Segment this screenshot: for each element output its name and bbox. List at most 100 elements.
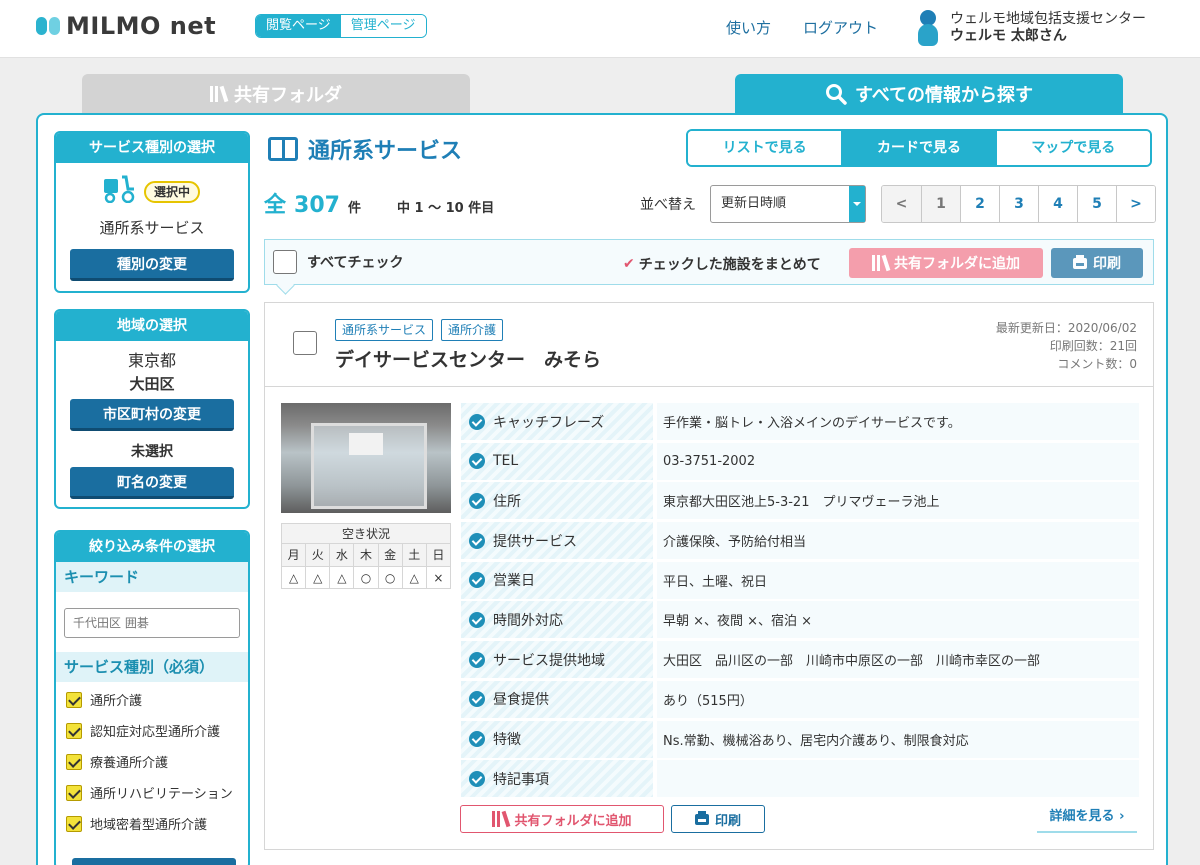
mode-admin-tab[interactable]: 管理ページ (340, 15, 426, 37)
info-label: 昼食提供 (493, 692, 549, 709)
top-header: MILMO net 閲覧ページ 管理ページ 使い方 ログアウト ウェルモ地域包括… (0, 0, 1200, 58)
facility-name[interactable]: デイサービスセンター みそら (335, 345, 601, 372)
change-city-button[interactable]: 市区町村の変更 (70, 399, 234, 431)
info-value (657, 760, 1139, 798)
service-checkbox-row[interactable]: 療養通所介護 (56, 746, 248, 777)
info-row: サービス提供地域 大田区 品川区の一部 川崎市中原区の一部 川崎市幸区の一部 (461, 641, 1139, 679)
bulk-add-shared-button[interactable]: 共有フォルダに追加 (849, 248, 1043, 278)
change-town-button[interactable]: 町名の変更 (70, 467, 234, 499)
region-box: 地域の選択 東京都 大田区 市区町村の変更 未選択 町名の変更 (54, 309, 250, 509)
check-circle-icon (469, 453, 485, 470)
availability-value: ○ (377, 567, 402, 588)
card-header: 通所系サービス 通所介護 デイサービスセンター みそら 最新更新日：2020/0… (265, 303, 1153, 387)
print-button[interactable]: 印刷 (671, 805, 765, 833)
checkbox-checked[interactable] (66, 691, 82, 708)
sort-select-value: 更新日時順 (721, 196, 787, 211)
info-label: 時間外対応 (493, 612, 563, 629)
bulk-action-bar: すべてチェック ✔ チェックした施設をまとめて 共有フォルダに追加 印刷 (264, 239, 1154, 285)
last-updated: 最新更新日：2020/06/02 (995, 321, 1137, 335)
info-label: 提供サービス (493, 533, 577, 550)
availability-value: ○ (353, 567, 377, 588)
prev-page-button[interactable]: < (882, 186, 921, 222)
info-label: TEL (493, 453, 519, 470)
user-info: ウェルモ地域包括支援センター ウェルモ 太郎さん (916, 8, 1146, 48)
map-view-button[interactable]: マップで見る (995, 131, 1150, 165)
page-3-button[interactable]: 3 (999, 186, 1038, 222)
info-row: TEL 03-3751-2002 (461, 442, 1139, 480)
info-row: キャッチフレーズ 手作業・脳トレ・入浴メインのデイサービスです。 (461, 403, 1139, 440)
print-label: 印刷 (714, 813, 741, 829)
availability-value: △ (288, 571, 299, 585)
check-circle-icon (469, 651, 485, 668)
next-page-button[interactable]: > (1116, 186, 1155, 222)
sort-label: 並べ替え (640, 197, 696, 213)
service-checkbox-row[interactable]: 認知症対応型通所介護 (56, 715, 248, 746)
bulk-print-button[interactable]: 印刷 (1051, 248, 1143, 278)
sort-select[interactable]: 更新日時順 (710, 185, 866, 223)
book-icon (268, 137, 298, 161)
service-type-box: サービス種別の選択 選択中 通所系サービス 種別の変更 (54, 131, 250, 293)
day-label: 木 (353, 544, 377, 566)
user-name: ウェルモ 太郎さん (950, 28, 1067, 44)
day-label: 日 (425, 544, 450, 566)
tab-shared-folder[interactable]: 共有フォルダ (82, 74, 470, 114)
info-value: 平日、土曜、祝日 (657, 561, 1139, 599)
view-switch: リストで見る カードで見る マップで見る (686, 129, 1152, 167)
tab-shared-folder-label: 共有フォルダ (234, 85, 342, 106)
check-all-checkbox[interactable] (273, 250, 297, 274)
page-1-button[interactable]: 1 (921, 186, 960, 222)
checkbox-checked[interactable] (66, 722, 82, 739)
service-checkbox-row[interactable]: 地域密着型通所介護 (56, 808, 248, 839)
filters-title: 絞り込み条件の選択 (56, 532, 248, 562)
service-checkbox-label: 地域密着型通所介護 (90, 818, 208, 833)
keyword-input[interactable]: 千代田区 囲碁 (64, 608, 240, 638)
checkbox-checked[interactable] (66, 753, 82, 770)
facility-info-table: キャッチフレーズ 手作業・脳トレ・入浴メインのデイサービスです。 TEL 03-37… (461, 403, 1139, 800)
checkbox-checked[interactable] (66, 815, 82, 832)
availability-values: △ △ △ ○ ○ △ × (282, 566, 450, 588)
availability-value: △ (329, 567, 353, 588)
add-shared-folder-button[interactable]: 共有フォルダに追加 (460, 805, 664, 833)
info-value: 東京都大田区池上5-3-21 プリマヴェーラ池上 (657, 482, 1139, 520)
service-checkbox-row[interactable]: 通所リハビリテーション (56, 777, 248, 808)
page-4-button[interactable]: 4 (1038, 186, 1077, 222)
change-service-type-button[interactable]: 種別の変更 (70, 249, 234, 281)
card-view-button[interactable]: カードで見る (841, 131, 996, 165)
check-circle-icon (469, 413, 485, 430)
result-range: 中 1 ～ 10 件目 (396, 201, 495, 216)
info-label: 特記事項 (493, 771, 549, 788)
view-details-link[interactable]: 詳細を見る › (1037, 803, 1137, 833)
mode-view-tab[interactable]: 閲覧ページ (256, 15, 341, 37)
page-2-button[interactable]: 2 (960, 186, 999, 222)
logo[interactable]: MILMO net (36, 12, 216, 40)
facility-tags: 通所系サービス 通所介護 (335, 319, 504, 341)
checkbox-checked[interactable] (66, 784, 82, 801)
keyword-label: キーワード (56, 562, 248, 592)
info-value: 介護保険、予防給付相当 (657, 522, 1139, 560)
info-row: 営業日 平日、土曜、祝日 (461, 561, 1139, 599)
filters-box: 絞り込み条件の選択 キーワード 千代田区 囲碁 サービス種別（必須） 通所介護 … (54, 530, 250, 865)
day-label: 火 (305, 544, 329, 566)
help-link[interactable]: 使い方 (726, 17, 771, 38)
service-checkbox-label: 通所リハビリテーション (90, 787, 233, 802)
availability-value: × (425, 567, 450, 588)
books-icon (492, 810, 511, 828)
day-label: 水 (329, 544, 353, 566)
check-all[interactable]: すべてチェック (273, 250, 403, 274)
check-circle-icon (469, 572, 485, 589)
info-label-cell: キャッチフレーズ (461, 403, 653, 440)
day-label: 土 (401, 544, 426, 566)
service-checkbox-label: 療養通所介護 (90, 756, 169, 771)
facility-checkbox[interactable] (293, 331, 317, 355)
city-value: 大田区 (129, 375, 175, 393)
info-label-cell: 営業日 (461, 561, 653, 599)
check-circle-icon (469, 611, 485, 628)
search-button[interactable] (72, 858, 236, 865)
service-checkbox-row[interactable]: 通所介護 (56, 684, 248, 715)
logout-link[interactable]: ログアウト (803, 17, 878, 38)
list-view-button[interactable]: リストで見る (688, 131, 842, 165)
info-value: Ns.常勤、機械浴あり、居宅内介護あり、制限食対応 (657, 720, 1139, 758)
info-value: 03-3751-2002 (657, 442, 1139, 480)
page-5-button[interactable]: 5 (1077, 186, 1116, 222)
tab-search-all[interactable]: すべての情報から探す (735, 74, 1123, 114)
